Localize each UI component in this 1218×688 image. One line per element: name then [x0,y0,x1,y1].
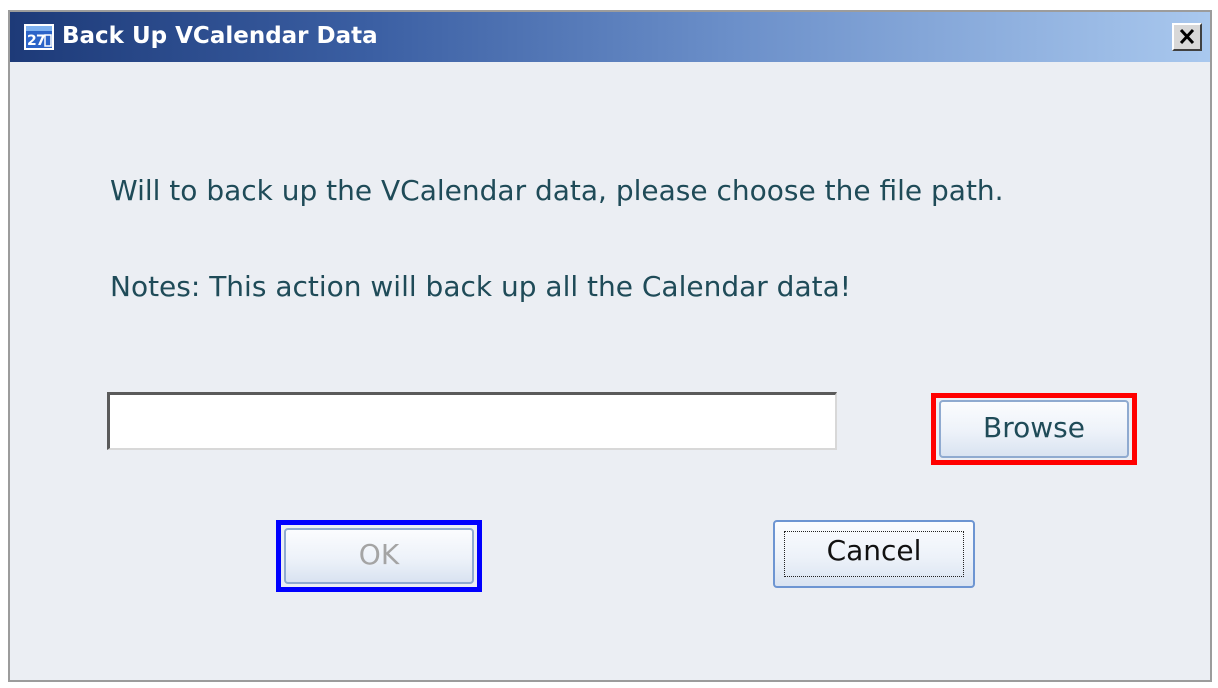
browse-button[interactable]: Browse [939,400,1129,458]
calendar-app-icon: 2 7 [24,24,54,50]
backup-dialog-window: 2 7 Back Up VCalendar Data Will to back … [8,10,1212,682]
instruction-message: Will to back up the VCalendar data, plea… [110,174,1004,207]
window-title: Back Up VCalendar Data [62,23,378,49]
close-icon [1174,25,1200,49]
file-path-input[interactable] [107,392,837,450]
cancel-button-label: Cancel [826,534,922,567]
notes-message: Notes: This action will back up all the … [110,270,851,303]
close-button[interactable] [1172,23,1202,51]
cancel-button[interactable]: Cancel [773,520,975,588]
ok-button[interactable]: OK [284,528,474,584]
title-bar[interactable]: 2 7 Back Up VCalendar Data [10,12,1210,62]
